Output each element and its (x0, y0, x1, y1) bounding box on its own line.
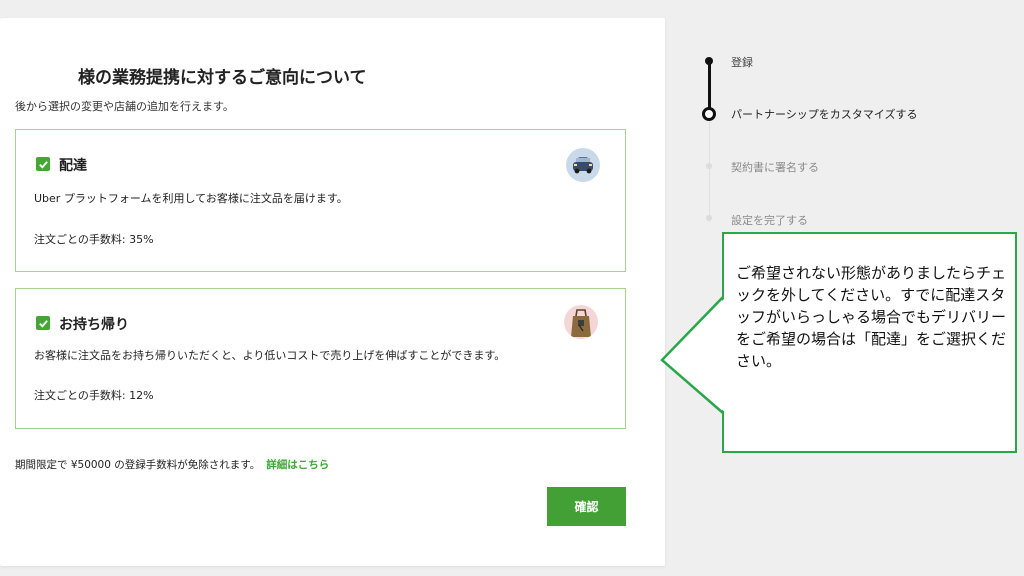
delivery-option-fee: 注文ごとの手数料: 35% (34, 233, 154, 246)
step-label-finish: 設定を完了する (731, 214, 808, 227)
step-dot-done (705, 57, 713, 65)
page-subtitle: 後から選択の変更や店舗の追加を行えます。 (15, 100, 234, 113)
callout-text: ご希望されない形態がありましたらチェックを外してください。すでに配達スタッフがい… (736, 264, 1007, 370)
page-title: 様の業務提携に対するご意向について (78, 68, 367, 88)
check-icon (38, 160, 48, 169)
step-dot-upcoming (706, 163, 712, 169)
step-label-customize: パートナーシップをカスタマイズする (731, 108, 918, 121)
takeout-bag-icon (564, 305, 598, 339)
details-link[interactable]: 詳細はこちら (266, 459, 329, 471)
step-label-sign: 契約書に署名する (731, 161, 819, 174)
delivery-option-description: Uber プラットフォームを利用してお客様に注文品を届けます。 (34, 192, 348, 205)
delivery-option-title: 配達 (59, 158, 87, 174)
callout-box: ご希望されない形態がありましたらチェックを外してください。すでに配達スタッフがい… (722, 232, 1017, 453)
pickup-checkbox[interactable] (36, 316, 50, 330)
pickup-option-card[interactable]: お持ち帰り お客様に注文品をお持ち帰りいただくと、より低いコストで売り上げを伸ば… (15, 288, 626, 429)
step-dot-upcoming (706, 215, 712, 221)
step-connector-upcoming (709, 118, 710, 222)
step-dot-current (702, 107, 716, 121)
confirm-button[interactable]: 確認 (547, 487, 626, 526)
promo-text: 期間限定で ¥50000 の登録手数料が免除されます。 詳細はこちら (15, 457, 329, 472)
car-icon (566, 148, 600, 182)
step-label-register: 登録 (731, 56, 753, 69)
pickup-option-fee: 注文ごとの手数料: 12% (34, 389, 154, 402)
pickup-option-description: お客様に注文品をお持ち帰りいただくと、より低いコストで売り上げを伸ばすことができ… (34, 349, 506, 362)
pickup-option-title: お持ち帰り (59, 317, 129, 333)
step-connector-done (708, 61, 711, 113)
delivery-option-card[interactable]: 配達 Uber プラットフォームを利用してお客様に注文品を届けます。 注文ごとの… (15, 129, 626, 272)
promo-message: 期間限定で ¥50000 の登録手数料が免除されます。 (15, 459, 261, 471)
check-icon (38, 319, 48, 328)
delivery-checkbox[interactable] (36, 157, 50, 171)
